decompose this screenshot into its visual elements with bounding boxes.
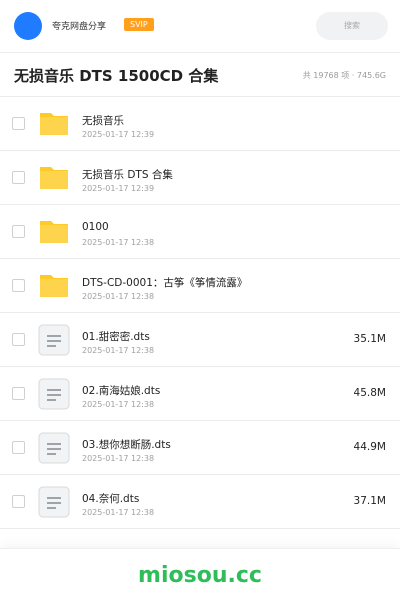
row-checkbox[interactable] [12,333,25,346]
file-size: 37.1M [353,495,386,507]
file-date: 2025-01-17 12:38 [82,292,155,301]
row-checkbox[interactable] [12,117,25,130]
file-size: 35.1M [353,333,386,345]
file-date: 2025-01-17 12:39 [82,184,155,193]
search-button[interactable]: 搜索 [316,12,388,40]
item-summary: 共 19768 项 · 745.6G [302,71,386,80]
file-row[interactable]: 无损音乐 DTS 合集 2025-01-17 12:39 [0,151,400,205]
row-checkbox[interactable] [12,387,25,400]
document-icon [38,378,70,410]
file-name: DTS-CD-0001：古筝《筝情流露》 [82,277,248,289]
file-size: 44.9M [353,441,386,453]
row-checkbox[interactable] [12,441,25,454]
file-date: 2025-01-17 12:38 [82,238,155,247]
top-header: 夸克网盘分享 SVIP 搜索 [0,0,400,53]
file-name: 03.想你想断肠.dts [82,439,171,451]
folder-icon [38,216,70,248]
file-list: 无损音乐 2025-01-17 12:39 无损音乐 DTS 合集 2025-01-1… [0,97,400,529]
file-name: 04.奈何.dts [82,493,140,505]
row-checkbox[interactable] [12,225,25,238]
file-name: 02.南海姑娘.dts [82,385,161,397]
file-size: 45.8M [353,387,386,399]
file-date: 2025-01-17 12:38 [82,346,155,355]
brand-watermark: miosou.cc [138,563,262,588]
row-checkbox[interactable] [12,279,25,292]
folder-icon [38,270,70,302]
file-row[interactable]: 02.南海姑娘.dts 2025-01-17 12:38 45.8M [0,367,400,421]
file-row[interactable]: 01.甜密密.dts 2025-01-17 12:38 35.1M [0,313,400,367]
title-bar: 无损音乐 DTS 1500CD 合集 共 19768 项 · 745.6G [0,52,400,97]
footer: miosou.cc [0,548,400,601]
file-row[interactable]: 03.想你想断肠.dts 2025-01-17 12:38 44.9M [0,421,400,475]
file-date: 2025-01-17 12:38 [82,454,155,463]
file-name: 0100 [82,221,109,233]
document-icon [38,432,70,464]
file-name: 无损音乐 DTS 合集 [82,169,173,181]
document-icon [38,486,70,518]
file-row[interactable]: DTS-CD-0001：古筝《筝情流露》 2025-01-17 12:38 [0,259,400,313]
row-checkbox[interactable] [12,171,25,184]
user-name: 夸克网盘分享 [52,22,107,32]
file-date: 2025-01-17 12:38 [82,508,155,517]
page-title: 无损音乐 DTS 1500CD 合集 [14,67,219,85]
row-checkbox[interactable] [12,495,25,508]
file-row[interactable]: 0100 2025-01-17 12:38 [0,205,400,259]
file-name: 无损音乐 [82,115,124,127]
file-row[interactable]: 无损音乐 2025-01-17 12:39 [0,97,400,151]
folder-icon [38,162,70,194]
document-icon [38,324,70,356]
svip-badge: SVIP [124,18,154,31]
file-name: 01.甜密密.dts [82,331,150,343]
file-date: 2025-01-17 12:38 [82,400,155,409]
avatar[interactable] [14,12,42,40]
folder-icon [38,108,70,140]
file-row[interactable]: 04.奈何.dts 2025-01-17 12:38 37.1M [0,475,400,529]
file-date: 2025-01-17 12:39 [82,130,155,139]
